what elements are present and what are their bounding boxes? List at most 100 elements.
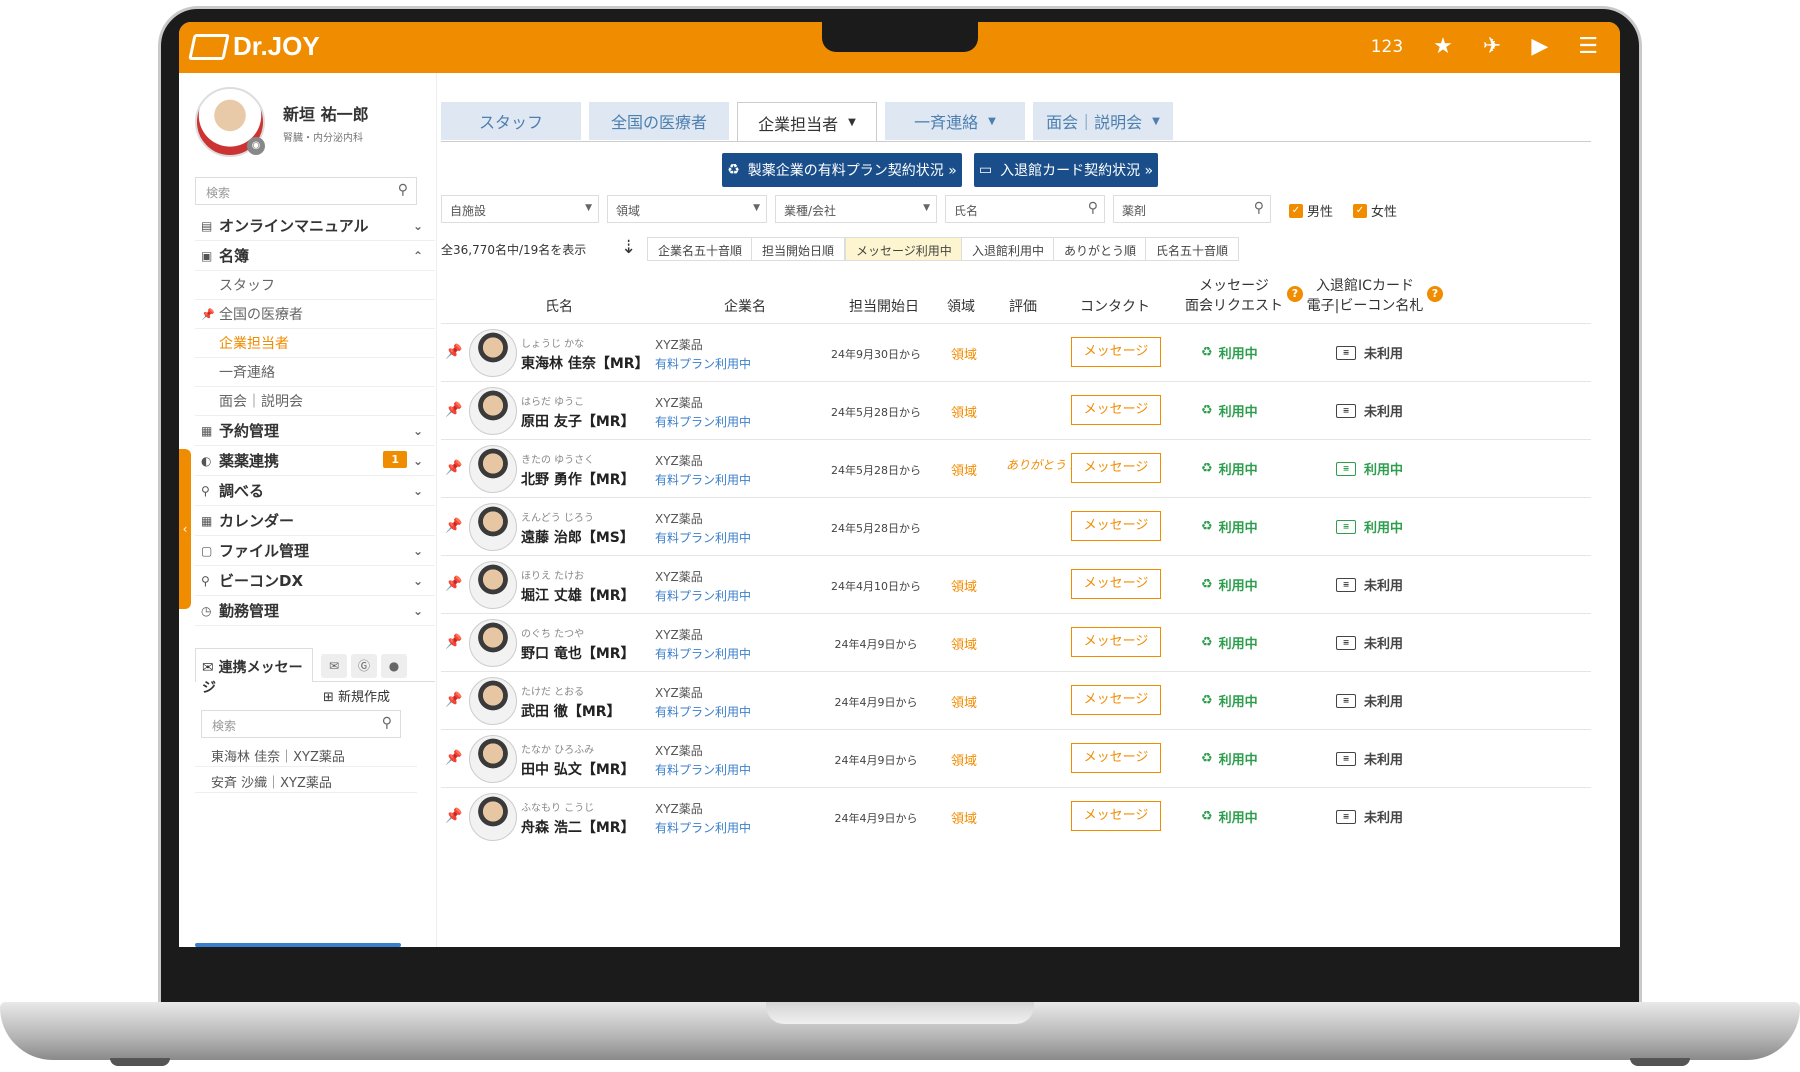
plan-link[interactable]: 有料プラン利用中 [655,645,751,662]
chevron-up-icon[interactable]: ⌃ [413,249,423,263]
search-icon[interactable]: ⚲ [1088,200,1098,216]
sort-chip-message[interactable]: メッセージ利用中 [845,237,963,261]
pin-icon[interactable]: 📌 [445,518,462,534]
play-icon[interactable]: ▶ [1531,34,1548,59]
pin-icon[interactable]: 📌 [445,634,462,650]
plan-link[interactable]: 有料プラン利用中 [655,819,751,836]
sort-descending-icon[interactable]: ⇣ [621,237,636,258]
pin-icon[interactable]: 📌 [445,750,462,766]
name-search-input[interactable]: 氏名 ⚲ [945,195,1105,223]
avatar[interactable] [469,503,517,551]
avatar[interactable] [469,793,517,841]
table-row[interactable]: 📌 ほりえ たけお 堀江 丈雄【MR】 XYZ薬品 有料プラン利用中 24年4月… [441,555,1591,613]
avatar[interactable] [469,561,517,609]
message-button[interactable]: メッセージ [1071,685,1161,715]
tab-company-reps[interactable]: 企業担当者 ▼ [737,102,877,142]
chevron-down-icon[interactable]: ⌄ [413,424,423,438]
collapse-sidebar-handle[interactable]: ‹ [179,449,191,609]
pin-icon[interactable]: 📌 [445,402,462,418]
avatar[interactable] [469,329,517,377]
plan-link[interactable]: 有料プラン利用中 [655,761,751,778]
table-row[interactable]: 📌 えんどう じろう 遠藤 治郎【MS】 XYZ薬品 有料プラン利用中 24年5… [441,497,1591,555]
sidebar-subitem-staff[interactable]: スタッフ [195,271,435,300]
avatar[interactable] [469,677,517,725]
rep-name[interactable]: 田中 弘文【MR】 [521,759,635,779]
sort-chip-start-date[interactable]: 担当開始日順 [751,237,846,261]
search-icon[interactable]: ⚲ [1254,200,1264,216]
chevron-down-icon[interactable]: ⌄ [413,484,423,498]
rep-name[interactable]: 遠藤 治郎【MS】 [521,527,634,547]
table-row[interactable]: 📌 のぐち たつや 野口 竜也【MR】 XYZ薬品 有料プラン利用中 24年4月… [441,613,1591,671]
area-select[interactable]: 領域 ▼ [607,195,767,223]
plan-link[interactable]: 有料プラン利用中 [655,413,751,430]
sidebar-subitem-national[interactable]: 📌 全国の医療者 [195,300,435,329]
menu-icon[interactable]: ☰ [1578,34,1598,59]
sidebar-item-calendar[interactable]: ▦ カレンダー [195,506,435,536]
sidebar-item-reservations[interactable]: ▦ 予約管理 ⌄ [195,416,435,446]
rep-name[interactable]: 野口 竜也【MR】 [521,643,635,663]
plan-link[interactable]: 有料プラン利用中 [655,703,751,720]
sidebar-item-files[interactable]: ▢ ファイル管理 ⌄ [195,536,435,566]
chevron-down-icon[interactable]: ⌄ [413,454,423,468]
rep-name[interactable]: 原田 友子【MR】 [521,411,635,431]
new-message-button[interactable]: ⊞ 新規作成 [323,686,390,705]
user-profile[interactable]: ◉ 新垣 祐一郎 腎臓・内分泌内科 [195,87,369,157]
chevron-down-icon[interactable]: ⌄ [413,574,423,588]
chevron-down-icon[interactable]: ⌄ [413,604,423,618]
sort-chip-name[interactable]: 氏名五十音順 [1145,237,1240,261]
mail-icon[interactable]: ✉ [321,654,347,678]
female-checkbox[interactable]: ✓ 女性 [1353,201,1397,220]
message-button[interactable]: メッセージ [1071,511,1161,541]
g-filled-icon[interactable]: ● [381,654,407,678]
plan-link[interactable]: 有料プラン利用中 [655,529,751,546]
pin-icon[interactable]: 📌 [201,308,215,321]
sidebar-item-search[interactable]: ⚲ 調べる ⌄ [195,476,435,506]
sidebar-item-attendance[interactable]: ◷ 勤務管理 ⌄ [195,596,435,626]
help-icon[interactable]: ? [1287,286,1303,302]
pin-icon[interactable]: 📌 [445,460,462,476]
plan-link[interactable]: 有料プラン利用中 [655,355,751,372]
table-row[interactable]: 📌 しょうじ かな 東海林 佳奈【MR】 XYZ薬品 有料プラン利用中 24年9… [441,323,1591,381]
avatar[interactable] [469,619,517,667]
notification-count[interactable]: 123 [1371,37,1403,57]
avatar[interactable] [469,387,517,435]
table-row[interactable]: 📌 ふなもり こうじ 舟森 浩二【MR】 XYZ薬品 有料プラン利用中 24年4… [441,787,1591,845]
plan-link[interactable]: 有料プラン利用中 [655,471,751,488]
star-icon[interactable]: ★ [1433,34,1453,59]
sidebar-subitem-broadcast[interactable]: 一斉連絡 [195,358,435,387]
avatar[interactable] [469,445,517,493]
tab-national[interactable]: 全国の医療者 [589,102,729,140]
sort-chip-thanks[interactable]: ありがとう順 [1053,237,1148,261]
pin-icon[interactable]: 📌 [445,808,462,824]
rep-name[interactable]: 北野 勇作【MR】 [521,469,635,489]
list-item[interactable]: 東海林 佳奈｜XYZ薬品 [195,741,417,767]
sidebar-subitem-company-reps[interactable]: 企業担当者 [195,329,435,358]
tab-broadcast[interactable]: 一斉連絡 ▼ [885,102,1025,140]
drug-search-input[interactable]: 薬剤 ⚲ [1113,195,1271,223]
avatar[interactable]: ◉ [195,87,265,157]
app-logo[interactable]: Dr.JOY [188,31,320,62]
list-item[interactable]: 安斉 沙織｜XYZ薬品 [195,767,417,793]
message-button[interactable]: メッセージ [1071,801,1161,831]
industry-select[interactable]: 業種/会社 ▼ [775,195,937,223]
sidebar-item-pharmacy-link[interactable]: ◐ 薬薬連携 1 ⌄ [195,446,435,476]
chevron-down-icon[interactable]: ⌄ [413,219,423,233]
rep-name[interactable]: 堀江 丈雄【MR】 [521,585,635,605]
sidebar-subitem-meetings[interactable]: 面会｜説明会 [195,387,435,416]
message-button[interactable]: メッセージ [1071,743,1161,773]
facility-select[interactable]: 自施設 ▼ [441,195,599,223]
pin-icon[interactable]: 📌 [445,692,462,708]
rep-name[interactable]: 武田 徹【MR】 [521,701,621,721]
sidebar-item-directory[interactable]: ▣ 名簿 ⌃ [195,241,435,271]
message-button[interactable]: メッセージ [1071,627,1161,657]
message-search-input[interactable]: 検索 ⚲ [201,710,401,738]
tab-meetings[interactable]: 面会｜説明会 ▼ [1033,102,1173,140]
sort-chip-entry[interactable]: 入退館利用中 [961,237,1056,261]
table-row[interactable]: 📌 はらだ ゆうこ 原田 友子【MR】 XYZ薬品 有料プラン利用中 24年5月… [441,381,1591,439]
message-button[interactable]: メッセージ [1071,337,1161,367]
pin-icon[interactable]: 📌 [445,576,462,592]
tab-staff[interactable]: スタッフ [441,102,581,140]
pin-icon[interactable]: 📌 [445,344,462,360]
search-icon[interactable]: ⚲ [398,182,408,198]
camera-icon[interactable]: ◉ [247,137,265,155]
